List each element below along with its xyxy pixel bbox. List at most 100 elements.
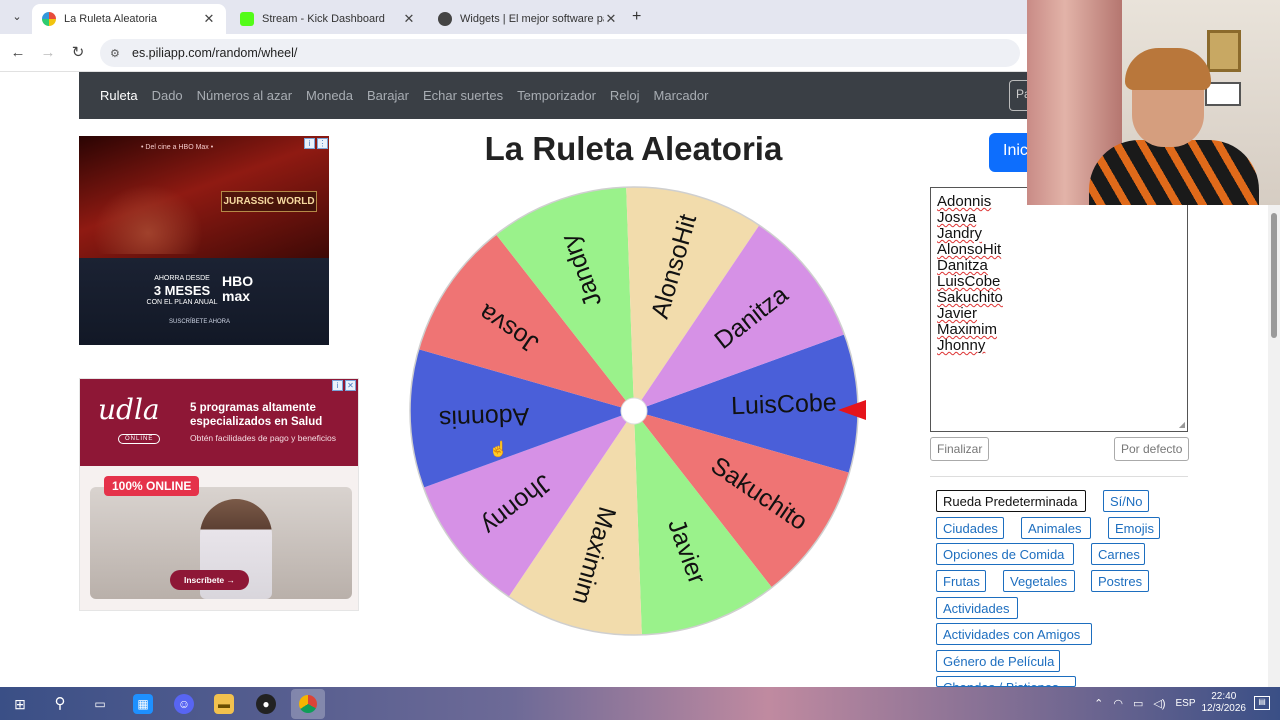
names-list-item: Maximim xyxy=(937,322,1181,338)
ad-characters-image xyxy=(93,184,203,254)
preset-button[interactable]: Rueda Predeterminada xyxy=(936,490,1086,512)
preset-button[interactable]: Animales xyxy=(1021,517,1091,539)
site-settings-icon[interactable]: ⚙ xyxy=(110,47,126,60)
ad-headline: 5 programas altamente especializados en … xyxy=(190,402,323,428)
file-explorer-icon[interactable]: ▬ xyxy=(214,694,234,714)
webcam-picture-frame xyxy=(1207,30,1241,72)
names-list-item: Jhonny xyxy=(937,338,1181,354)
nav-item-barajar[interactable]: Barajar xyxy=(367,88,409,103)
preset-button[interactable]: Actividades xyxy=(936,597,1018,619)
wheel-segment-label: LuisCobe xyxy=(731,389,838,421)
wheel-hub xyxy=(620,397,648,425)
widgets-favicon-icon xyxy=(438,12,452,26)
ad-movie-logo: JURASSIC WORLD xyxy=(221,191,317,212)
names-list-item: Danitza xyxy=(937,258,1181,274)
pinwheel-favicon-icon xyxy=(42,12,56,26)
browser-tab[interactable]: Widgets | El mejor software par ✕ xyxy=(428,4,628,34)
ad-offer-top: AHORRA DESDE xyxy=(154,275,210,282)
preset-button[interactable]: Emojis xyxy=(1108,517,1160,539)
close-tab-icon[interactable]: ✕ xyxy=(604,11,618,27)
default-button[interactable]: Por defecto xyxy=(1114,437,1190,461)
preset-button[interactable]: Género de Película xyxy=(936,650,1060,672)
browser-tab[interactable]: Stream - Kick Dashboard ✕ xyxy=(230,4,426,34)
discord-icon[interactable]: ☺ xyxy=(174,694,194,714)
battery-icon[interactable]: ▭ xyxy=(1133,697,1143,710)
ad-offer-big: 3 MESES xyxy=(153,283,211,298)
preset-button[interactable]: Opciones de Comida xyxy=(936,543,1074,565)
task-view-icon[interactable]: ▭ xyxy=(90,694,110,714)
nav-item-moneda[interactable]: Moneda xyxy=(306,88,353,103)
kick-favicon-icon xyxy=(240,12,254,26)
hbo-max-logo-line1: HBO xyxy=(222,273,254,289)
windows-taskbar: ⊞ ⚲ ▭ ▦ ☺ ▬ ● ⌃ ◠ ▭ ◁) ESP 22:40 12/3/20… xyxy=(0,687,1280,720)
preset-button[interactable]: Frutas xyxy=(936,570,986,592)
chrome-logo-icon xyxy=(299,695,317,713)
obs-icon[interactable]: ● xyxy=(256,694,276,714)
ad-close-icon[interactable]: ⋮ xyxy=(317,138,328,149)
preset-button[interactable]: Carnes xyxy=(1091,543,1145,565)
ad-close-icon[interactable]: ✕ xyxy=(345,380,356,391)
names-list-item-text: Javier xyxy=(937,305,978,322)
url-field[interactable]: ⚙ es.piliapp.com/random/wheel/ xyxy=(100,39,1020,67)
resize-handle-icon[interactable]: ◢ xyxy=(1179,420,1185,429)
webcam-overlay xyxy=(1027,0,1280,205)
names-list-item: Jandry xyxy=(937,226,1181,242)
search-icon[interactable]: ⚲ xyxy=(50,694,70,714)
preset-button[interactable]: Actividades con Amigos xyxy=(936,623,1092,645)
spin-wheel[interactable]: LuisCobeSakuchitoJavierMaximimJhonnyAdon… xyxy=(408,185,860,637)
nav-item-numeros[interactable]: Números al azar xyxy=(197,88,292,103)
preset-button[interactable]: Ciudades xyxy=(936,517,1004,539)
hbo-max-ad[interactable]: • Del cine a HBO Max • JURASSIC WORLD AH… xyxy=(79,136,329,345)
webcam-person-hair xyxy=(1125,48,1211,90)
preset-button[interactable]: Sí/No xyxy=(1103,490,1149,512)
close-tab-icon[interactable]: ✕ xyxy=(402,11,416,27)
names-list-item-text: Jandry xyxy=(937,225,983,242)
names-list-item: Josva xyxy=(937,210,1181,226)
chrome-icon[interactable] xyxy=(291,689,325,719)
nav-item-echar-suertes[interactable]: Echar suertes xyxy=(423,88,503,103)
nav-item-marcador[interactable]: Marcador xyxy=(654,88,709,103)
back-arrow-icon[interactable]: ← xyxy=(8,43,28,63)
ad-signup-button[interactable]: Inscríbete → xyxy=(170,570,250,590)
nav-item-ruleta[interactable]: Ruleta xyxy=(100,88,138,103)
hand-cursor-icon: ☝ xyxy=(489,441,508,458)
nav-item-temporizador[interactable]: Temporizador xyxy=(517,88,596,103)
network-icon[interactable]: ◠ xyxy=(1113,697,1123,710)
divider xyxy=(930,476,1188,477)
ad-info-icon[interactable]: i xyxy=(332,380,343,391)
names-list-item: AlonsoHit xyxy=(937,242,1181,258)
names-list-item-text: Jhonny xyxy=(937,337,986,354)
ad-info-icon[interactable]: i xyxy=(304,138,315,149)
page-title: La Ruleta Aleatoria xyxy=(484,130,783,167)
volume-icon[interactable]: ◁) xyxy=(1153,697,1165,710)
finish-button[interactable]: Finalizar xyxy=(930,437,990,461)
store-icon[interactable]: ▦ xyxy=(133,694,153,714)
names-list-item: Javier xyxy=(937,306,1181,322)
clock[interactable]: 22:40 12/3/2026 xyxy=(1202,691,1247,715)
chevron-up-icon[interactable]: ⌃ xyxy=(1094,697,1103,710)
nav-item-dado[interactable]: Dado xyxy=(152,88,183,103)
names-textarea[interactable]: Adonnis Josva Jandry AlonsoHit Danitza LuisCo… xyxy=(930,187,1188,432)
udla-online-tag: ONLINE xyxy=(118,434,161,444)
ad-badge: 100% ONLINE xyxy=(104,476,200,496)
tab-search-chevron-icon[interactable]: ⌄ xyxy=(8,8,26,26)
notifications-icon[interactable]: ▤ xyxy=(1254,696,1270,710)
preset-button[interactable]: Postres xyxy=(1091,570,1149,592)
nav-language-box[interactable]: Pa xyxy=(1009,80,1031,111)
page-scrollbar[interactable] xyxy=(1268,205,1280,687)
browser-tab[interactable]: La Ruleta Aleatoria ✕ xyxy=(32,4,226,34)
browser-tab-title: Stream - Kick Dashboard xyxy=(262,13,385,25)
names-list-item-text: Danitza xyxy=(937,257,988,274)
preset-button[interactable]: Chandas / Bistionos xyxy=(936,676,1076,687)
scrollbar-thumb[interactable] xyxy=(1271,213,1277,338)
reload-icon[interactable]: ↻ xyxy=(68,43,88,63)
udla-ad[interactable]: udla ONLINE 5 programas altamente especi… xyxy=(79,378,359,611)
new-tab-plus-icon[interactable]: + xyxy=(632,8,641,26)
windows-start-icon[interactable]: ⊞ xyxy=(10,694,30,714)
language-indicator[interactable]: ESP xyxy=(1175,698,1195,709)
names-list-item-text: AlonsoHit xyxy=(937,241,1002,258)
preset-button[interactable]: Vegetales xyxy=(1003,570,1075,592)
close-tab-icon[interactable]: ✕ xyxy=(202,11,216,27)
forward-arrow-icon[interactable]: → xyxy=(38,43,58,63)
nav-item-reloj[interactable]: Reloj xyxy=(610,88,640,103)
